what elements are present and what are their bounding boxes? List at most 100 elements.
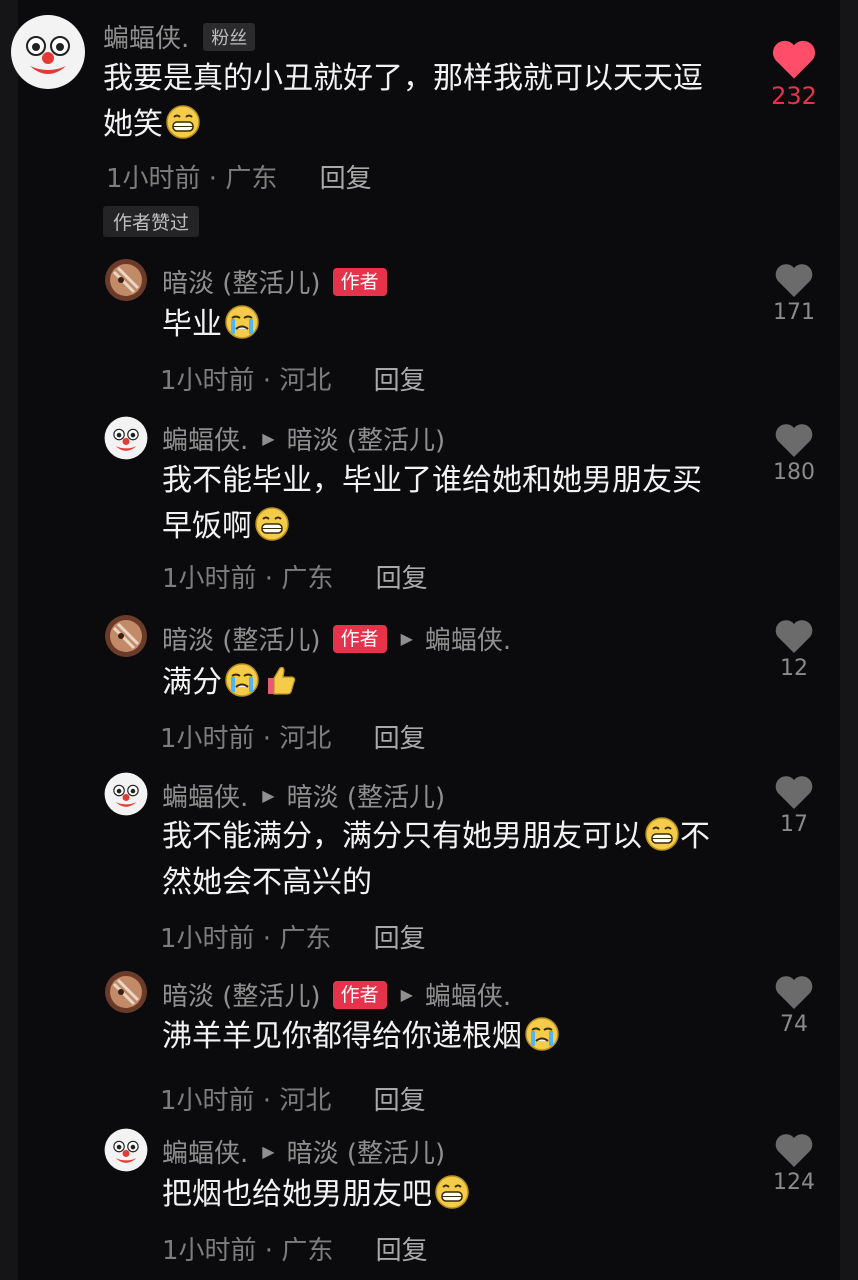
author-liked-badge: 作者赞过: [103, 206, 200, 237]
reply-button[interactable]: 回复: [374, 366, 426, 396]
comment-header: 暗淡 (整活儿) 作者: [162, 263, 387, 300]
like-button[interactable]: 232: [754, 38, 834, 110]
clown-avatar[interactable]: [104, 772, 148, 816]
time-location: 1小时前 · 河北: [160, 724, 332, 754]
comment-header: 蝙蝠侠. 粉丝: [103, 18, 256, 55]
like-button[interactable]: 124: [754, 1132, 834, 1195]
like-button[interactable]: 74: [754, 974, 834, 1037]
comment-text-line: 早饭啊: [162, 504, 702, 550]
heart-icon: [775, 264, 813, 297]
fan-badge: 粉丝: [203, 22, 256, 51]
frame-edge-right: [840, 0, 858, 1280]
comment-text: 沸羊羊见你都得给你递根烟: [162, 1014, 560, 1060]
grin-emoji-icon: [434, 1174, 470, 1210]
heart-icon: [775, 776, 813, 809]
comment-header: 蝙蝠侠. ▶ 暗淡 (整活儿): [162, 777, 445, 814]
comment-text-line: 她笑: [103, 102, 703, 148]
comment-text: 毕业: [162, 302, 260, 348]
comment-text: 我不能毕业，毕业了谁给她和她男朋友买 早饭啊: [162, 458, 702, 550]
reply-arrow-icon: ▶: [262, 1142, 275, 1161]
comment-meta: 1小时前 · 广东 回复: [160, 918, 426, 955]
comment-text: 我要是真的小丑就好了，那样我就可以天天逗 她笑: [103, 56, 703, 148]
comment-text-line: 然她会不高兴的: [162, 865, 372, 900]
frame-edge-left: [0, 0, 18, 1280]
like-button[interactable]: 12: [754, 618, 834, 681]
comment-text-segment: 早饭啊: [162, 509, 252, 544]
comment-text-line: 我不能满分，满分只有她男朋友可以 不: [162, 814, 710, 860]
reply-button[interactable]: 回复: [374, 924, 426, 954]
username[interactable]: 暗淡 (整活儿): [162, 620, 321, 657]
comment-meta: 1小时前 · 河北 回复: [160, 718, 426, 755]
like-button[interactable]: 180: [754, 422, 834, 485]
username[interactable]: 蝙蝠侠.: [162, 777, 248, 814]
comment-header: 暗淡 (整活儿) 作者 ▶ 蝙蝠侠.: [162, 620, 511, 657]
username[interactable]: 暗淡 (整活儿): [162, 263, 321, 300]
author-avatar[interactable]: [104, 614, 148, 658]
thumbs-up-emoji-icon: [262, 662, 298, 698]
reply-arrow-icon: ▶: [262, 429, 275, 448]
clown-avatar[interactable]: [104, 1128, 148, 1172]
author-badge: 作者: [332, 624, 387, 653]
comment-meta: 1小时前 · 河北 回复: [160, 360, 426, 397]
heart-icon: [775, 424, 813, 457]
like-count: 17: [780, 812, 808, 837]
comment-text-segment: 沸羊羊见你都得给你递根烟: [162, 1019, 522, 1054]
heart-icon: [772, 40, 816, 79]
comment-text-segment: 不: [680, 819, 710, 854]
comment-header: 蝙蝠侠. ▶ 暗淡 (整活儿): [162, 420, 445, 457]
comment-text-line: 我不能毕业，毕业了谁给她和她男朋友买: [162, 463, 702, 498]
reply-target[interactable]: 暗淡 (整活儿): [287, 420, 446, 457]
comment-text-segment: 毕业: [162, 307, 222, 342]
like-count: 124: [773, 1170, 815, 1195]
crying-emoji-icon: [224, 662, 260, 698]
reply-button[interactable]: 回复: [376, 564, 428, 594]
reply-button[interactable]: 回复: [320, 164, 372, 194]
reply-target[interactable]: 蝙蝠侠.: [425, 620, 511, 657]
comment-meta: 1小时前 · 广东 回复: [162, 1230, 428, 1267]
username[interactable]: 蝙蝠侠.: [103, 18, 189, 55]
username[interactable]: 蝙蝠侠.: [162, 1133, 248, 1170]
comment-meta: 1小时前 · 广东 回复: [162, 558, 428, 595]
reply-arrow-icon: ▶: [400, 985, 413, 1004]
heart-icon: [775, 976, 813, 1009]
reply-arrow-icon: ▶: [262, 786, 275, 805]
reply-arrow-icon: ▶: [400, 629, 413, 648]
author-avatar[interactable]: [104, 970, 148, 1014]
time-location: 1小时前 · 广东: [106, 164, 278, 194]
author-avatar[interactable]: [104, 258, 148, 302]
comment-text: 满分: [162, 660, 298, 706]
comment-text: 我不能满分，满分只有她男朋友可以 不 然她会不高兴的: [162, 814, 710, 906]
grin-emoji-icon: [254, 506, 290, 542]
like-count: 74: [780, 1012, 808, 1037]
like-button[interactable]: 17: [754, 774, 834, 837]
comment-text: 把烟也给她男朋友吧: [162, 1172, 470, 1218]
comment-header: 暗淡 (整活儿) 作者 ▶ 蝙蝠侠.: [162, 976, 511, 1013]
like-count: 232: [771, 82, 817, 110]
comment-text-segment: 把烟也给她男朋友吧: [162, 1177, 432, 1212]
comment-header: 蝙蝠侠. ▶ 暗淡 (整活儿): [162, 1133, 445, 1170]
comment-meta: 1小时前 · 河北 回复: [160, 1080, 426, 1117]
like-button[interactable]: 171: [754, 262, 834, 325]
reply-target[interactable]: 蝙蝠侠.: [425, 976, 511, 1013]
heart-icon: [775, 1134, 813, 1167]
crying-emoji-icon: [524, 1016, 560, 1052]
comment-text-line: 我要是真的小丑就好了，那样我就可以天天逗: [103, 61, 703, 96]
reply-button[interactable]: 回复: [374, 724, 426, 754]
time-location: 1小时前 · 广东: [162, 1236, 334, 1266]
author-badge: 作者: [332, 980, 387, 1009]
reply-target[interactable]: 暗淡 (整活儿): [287, 1133, 446, 1170]
crying-emoji-icon: [224, 304, 260, 340]
clown-avatar[interactable]: [104, 416, 148, 460]
time-location: 1小时前 · 河北: [160, 1086, 332, 1116]
username[interactable]: 暗淡 (整活儿): [162, 976, 321, 1013]
reply-button[interactable]: 回复: [376, 1236, 428, 1266]
username[interactable]: 蝙蝠侠.: [162, 420, 248, 457]
like-count: 12: [780, 656, 808, 681]
reply-button[interactable]: 回复: [374, 1086, 426, 1116]
reply-target[interactable]: 暗淡 (整活儿): [287, 777, 446, 814]
author-badge: 作者: [332, 267, 387, 296]
time-location: 1小时前 · 广东: [160, 924, 332, 954]
grin-emoji-icon: [165, 104, 201, 140]
comment-meta: 1小时前 · 广东 回复: [106, 158, 372, 195]
clown-avatar[interactable]: [10, 14, 86, 90]
